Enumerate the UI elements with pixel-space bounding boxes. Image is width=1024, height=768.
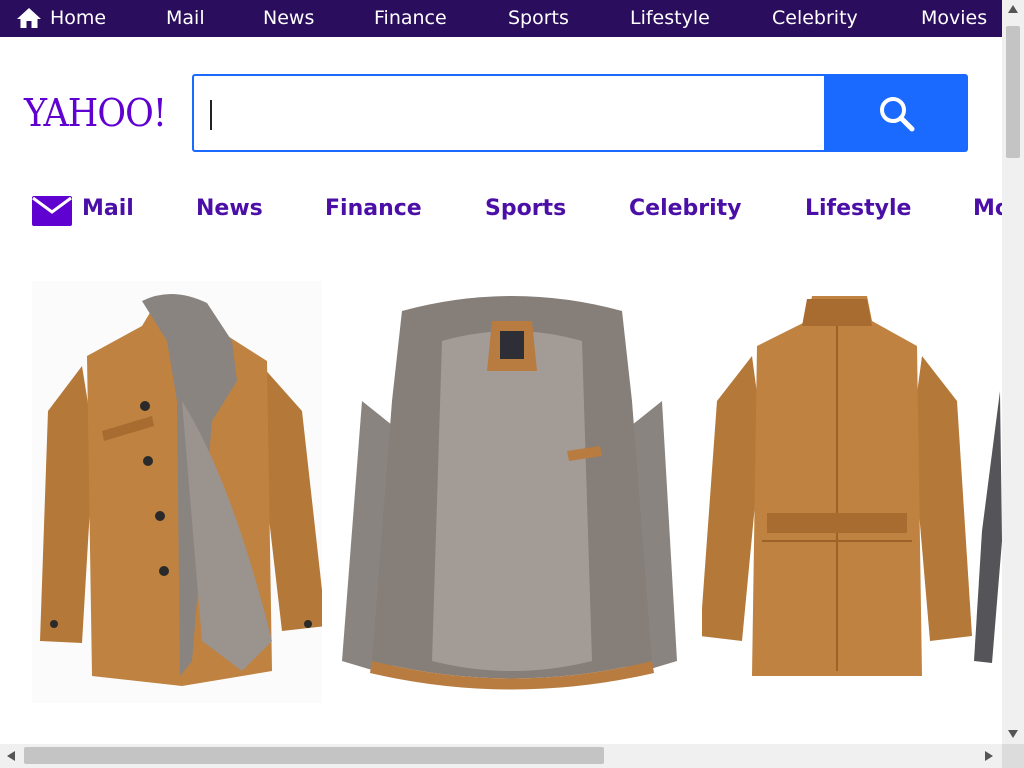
jacket-partial-icon — [972, 281, 1002, 703]
product-image-jacket-front[interactable] — [32, 281, 322, 703]
horizontal-scrollbar-thumb[interactable] — [24, 747, 604, 764]
top-nav-bar: Home Mail News Finance Sports Lifestyle … — [0, 0, 1002, 37]
top-nav-sports[interactable]: Sports — [508, 0, 569, 37]
jacket-open-lining-icon — [332, 281, 692, 703]
top-nav-lifestyle[interactable]: Lifestyle — [630, 0, 710, 37]
sec-nav-lifestyle[interactable]: Lifestyle — [805, 196, 911, 221]
sec-nav-finance[interactable]: Finance — [325, 196, 422, 221]
sec-nav-celebrity[interactable]: Celebrity — [629, 196, 742, 221]
text-caret — [210, 100, 212, 130]
product-image-jacket-back[interactable] — [702, 281, 972, 703]
vertical-scrollbar[interactable] — [1002, 0, 1024, 744]
top-nav-movies[interactable]: Movies — [921, 0, 987, 37]
home-icon[interactable] — [16, 6, 42, 30]
arrow-down-icon[interactable] — [1008, 730, 1018, 738]
sec-nav-mail[interactable]: Mail — [82, 196, 134, 221]
top-nav-celebrity[interactable]: Celebrity — [772, 0, 858, 37]
product-image-gallery[interactable] — [32, 281, 1002, 703]
secondary-nav: Mail News Finance Sports Celebrity Lifes… — [0, 190, 1002, 234]
sec-nav-more[interactable]: Mo — [973, 196, 1002, 221]
search-box[interactable] — [192, 74, 824, 152]
search-input[interactable] — [208, 94, 812, 136]
yahoo-logo[interactable]: YAHOO! — [24, 88, 167, 138]
arrow-left-icon[interactable] — [7, 751, 15, 761]
arrow-up-icon[interactable] — [1008, 5, 1018, 13]
jacket-front-icon — [32, 281, 322, 703]
search-icon — [880, 97, 915, 132]
page-viewport: Home Mail News Finance Sports Lifestyle … — [0, 0, 1002, 744]
scrollbar-corner — [1002, 744, 1024, 768]
search-button[interactable] — [824, 74, 968, 152]
sec-nav-sports[interactable]: Sports — [485, 196, 566, 221]
horizontal-scrollbar[interactable] — [0, 744, 1002, 768]
top-nav-mail[interactable]: Mail — [166, 0, 205, 37]
mail-icon[interactable] — [32, 194, 72, 226]
product-image-jacket-lining[interactable] — [332, 281, 692, 703]
top-nav-home[interactable]: Home — [50, 0, 106, 37]
product-image-jacket-partial[interactable] — [972, 281, 1002, 703]
jacket-back-icon — [702, 281, 972, 703]
vertical-scrollbar-thumb[interactable] — [1006, 26, 1020, 158]
arrow-right-icon[interactable] — [985, 751, 993, 761]
sec-nav-news[interactable]: News — [196, 196, 263, 221]
top-nav-news[interactable]: News — [263, 0, 314, 37]
top-nav-finance[interactable]: Finance — [374, 0, 447, 37]
